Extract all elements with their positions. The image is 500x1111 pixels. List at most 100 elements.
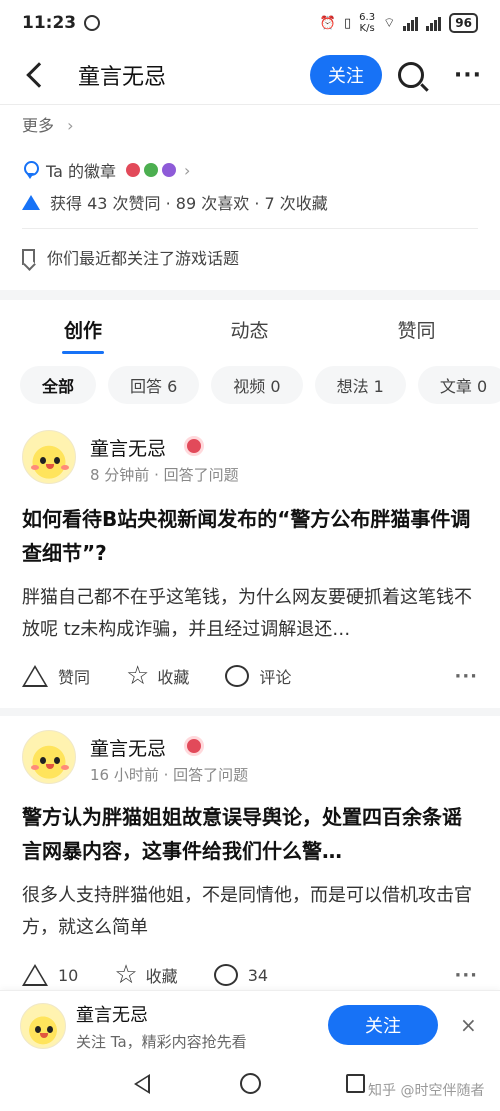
- wifi-icon: ⌔: [383, 16, 396, 31]
- comment-button[interactable]: 评论: [225, 664, 291, 688]
- author-badge-icon: [184, 436, 204, 456]
- upvote-button[interactable]: 10: [22, 964, 78, 986]
- filter-all[interactable]: 全部: [20, 366, 97, 404]
- recent-topic-row[interactable]: 你们最近都关注了游戏话题: [22, 245, 239, 269]
- upvote-button[interactable]: 赞同: [22, 664, 90, 688]
- favorite-button[interactable]: ☆ 收藏: [126, 663, 189, 689]
- more-label: 更多: [22, 116, 55, 135]
- avatar-mouth: [40, 1033, 48, 1038]
- battery-icon: 96: [449, 13, 478, 33]
- more-options-icon[interactable]: ···: [454, 63, 482, 88]
- avatar-cheek: [31, 465, 39, 470]
- filter-thoughts[interactable]: 想法 1: [314, 366, 406, 404]
- page-title: 童言无忌: [78, 65, 167, 90]
- action-bar: 赞同 ☆ 收藏 评论 ···: [22, 661, 478, 691]
- status-bar: 11:23 ⏰ ▯ 6.3 K/s ⌔ 96: [0, 0, 500, 46]
- comment-label: 评论: [259, 668, 292, 687]
- stats-text: 获得 43 次赞同 · 89 次喜欢 · 7 次收藏: [50, 194, 328, 213]
- avatar-eye: [54, 457, 60, 464]
- filter-chips: 全部 回答 6 视频 0 想法 1 文章 0: [20, 366, 500, 406]
- medal-icon: [22, 161, 39, 179]
- content-tabs: 创作 动态 赞同: [0, 300, 500, 360]
- comment-button[interactable]: 34: [213, 964, 269, 986]
- search-icon[interactable]: [397, 62, 424, 88]
- feed-item[interactable]: 童言无忌 16 小时前 · 回答了问题 警方认为胖猫姐姐故意误导舆论，处置四百余…: [0, 716, 500, 990]
- tab-activity[interactable]: 动态: [166, 300, 333, 360]
- info-divider: [22, 228, 478, 229]
- star-icon: ☆: [114, 960, 138, 990]
- feed-item[interactable]: 童言无忌 8 分钟前 · 回答了问题 如何看待B站央视新闻发布的“警方公布胖猫事…: [0, 418, 500, 708]
- favorite-button[interactable]: ☆ 收藏: [114, 962, 177, 988]
- nav-home-icon[interactable]: [240, 1073, 261, 1094]
- answer-excerpt[interactable]: 很多人支持胖猫他姐，不是同情他，而是可以借机攻击官方，就这么简单: [22, 880, 478, 944]
- more-link[interactable]: 更多 ›: [22, 112, 74, 136]
- stats-row: 获得 43 次赞同 · 89 次喜欢 · 7 次收藏: [22, 190, 328, 214]
- filter-articles[interactable]: 文章 0: [417, 366, 500, 404]
- post-meta: 16 小时前 · 回答了问题: [90, 766, 249, 784]
- avatar-mouth: [46, 764, 54, 769]
- action-bar: 10 ☆ 收藏 34 ···: [22, 960, 478, 990]
- tab-creation[interactable]: 创作: [0, 300, 166, 360]
- comment-icon: [213, 964, 238, 986]
- nav-recents-icon[interactable]: [346, 1074, 365, 1093]
- follow-prompt-bar: 童言无忌 关注 Ta，精彩内容抢先看 关注 ×: [0, 990, 500, 1058]
- filter-answers[interactable]: 回答 6: [108, 366, 200, 404]
- avatar[interactable]: [22, 730, 76, 784]
- filter-videos[interactable]: 视频 0: [211, 366, 303, 404]
- upvote-icon: [22, 964, 48, 986]
- signal-2-icon: [426, 15, 442, 31]
- more-dots-icon[interactable]: ···: [454, 965, 478, 986]
- top-header: 童言无忌 关注 ···: [0, 46, 500, 104]
- badge-red-icon: [126, 163, 141, 177]
- upvote-count: 10: [58, 965, 79, 985]
- author-badge-icon: [184, 736, 204, 756]
- system-nav-bar: 知乎 @时空伴随者: [0, 1058, 500, 1111]
- avatar-cheek: [61, 765, 69, 770]
- avatar-eye: [40, 457, 46, 464]
- vibrate-icon: ▯: [344, 15, 352, 31]
- chevron-right-icon: ›: [67, 116, 74, 135]
- author-name[interactable]: 童言无忌: [90, 734, 166, 761]
- comment-count: 34: [247, 965, 269, 985]
- avatar-mouth: [46, 464, 54, 469]
- upvote-icon: [22, 665, 48, 687]
- follow-bar-name: 童言无忌: [76, 1005, 148, 1026]
- badge-label: Ta 的徽章: [46, 162, 117, 181]
- avatar-eye: [47, 1026, 53, 1033]
- badge-green-icon: [144, 163, 159, 177]
- favorite-label: 收藏: [145, 967, 178, 986]
- follow-bar-subtitle: 关注 Ta，精彩内容抢先看: [76, 1033, 247, 1051]
- battery-level: 96: [455, 16, 472, 30]
- avatar[interactable]: [22, 430, 76, 484]
- status-time: 11:23: [22, 13, 77, 33]
- upvote-label: 赞同: [58, 668, 91, 687]
- avatar-eye: [35, 1026, 41, 1033]
- recent-topic-text: 你们最近都关注了游戏话题: [47, 249, 240, 268]
- tab-upvotes[interactable]: 赞同: [333, 300, 500, 360]
- watermark: 知乎 @时空伴随者: [368, 1080, 485, 1100]
- avatar-cheek: [31, 765, 39, 770]
- nav-back-icon[interactable]: [134, 1074, 150, 1094]
- card-separator: [0, 708, 500, 716]
- follow-button[interactable]: 关注: [309, 55, 382, 95]
- back-arrow-icon[interactable]: [26, 62, 52, 88]
- chevron-right-icon: ›: [184, 160, 191, 180]
- star-icon: ☆: [126, 661, 150, 691]
- bookmark-icon: [22, 249, 35, 265]
- status-icons: ⏰ ▯ 6.3 K/s ⌔ 96: [320, 12, 478, 34]
- signal-icon: [403, 15, 419, 31]
- close-icon[interactable]: ×: [460, 1013, 477, 1037]
- network-speed-unit: K/s: [359, 23, 375, 34]
- network-speed-value: 6.3: [359, 12, 376, 23]
- author-name[interactable]: 童言无忌: [90, 434, 166, 461]
- answer-excerpt[interactable]: 胖猫自己都不在乎这笔钱，为什么网友要硬抓着这笔钱不放呢 tz未构成诈骗，并且经过…: [22, 582, 478, 646]
- follow-bar-avatar[interactable]: [20, 1003, 66, 1049]
- avatar-eye: [40, 757, 46, 764]
- question-title[interactable]: 警方认为胖猫姐姐故意误导舆论，处置四百余条谣言网暴内容，这事件给我们什么警…: [22, 800, 478, 868]
- badge-row[interactable]: Ta 的徽章 ›: [22, 158, 190, 182]
- avatar-cheek: [61, 465, 69, 470]
- more-dots-icon[interactable]: ···: [454, 666, 478, 687]
- notification-icon: [84, 15, 101, 31]
- question-title[interactable]: 如何看待B站央视新闻发布的“警方公布胖猫事件调查细节”?: [22, 502, 478, 570]
- follow-bar-button[interactable]: 关注: [328, 1005, 438, 1045]
